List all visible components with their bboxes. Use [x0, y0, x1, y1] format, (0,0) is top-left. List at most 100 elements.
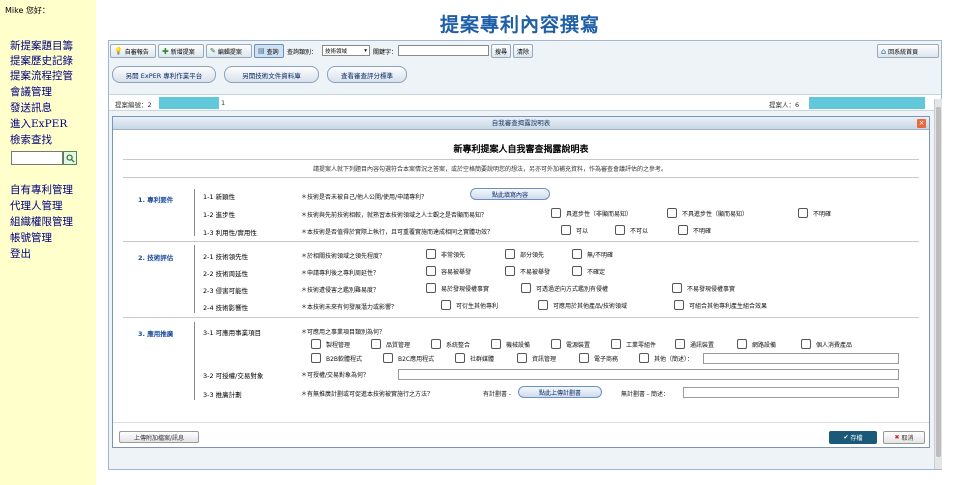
checkbox[interactable]	[639, 353, 649, 363]
licensing-target-input[interactable]	[398, 369, 899, 380]
checkbox[interactable]	[674, 300, 684, 310]
checkbox[interactable]	[426, 283, 436, 293]
checkbox[interactable]	[505, 249, 515, 259]
search-button[interactable]: 搜尋	[491, 44, 511, 58]
option-network-equipment[interactable]: 網路設備	[737, 339, 776, 349]
option-reverse-engineering[interactable]: 可透過逆向方式鑑別有侵權	[521, 283, 608, 293]
option-uncertain[interactable]: 不確定	[572, 266, 605, 276]
option-combine-patents[interactable]: 可組合其他專利產生組合效果	[674, 300, 767, 310]
option-hard-detect[interactable]: 不易發現侵權事實	[672, 283, 735, 293]
option-utility-yes[interactable]: 可以	[561, 225, 588, 235]
option-inventive-no[interactable]: 不具進步性（顯而易知）	[667, 208, 748, 218]
sidebar-search-button[interactable]	[63, 151, 77, 165]
upload-plan-button[interactable]: 點此上傳計劃書	[518, 386, 602, 398]
checkbox[interactable]	[538, 300, 548, 310]
option-lead-none[interactable]: 無/不明確	[572, 249, 613, 259]
option-easy-detect[interactable]: 易於發現侵權事實	[426, 283, 489, 293]
sidebar-link-messages[interactable]: 發送訊息	[10, 102, 52, 115]
option-utility-unclear[interactable]: 不明確	[678, 225, 711, 235]
checkbox[interactable]	[675, 339, 685, 349]
checkbox[interactable]	[371, 339, 381, 349]
sidebar-search-input[interactable]	[11, 151, 63, 165]
option-consumer-products[interactable]: 個人消費產品	[801, 339, 852, 349]
option-b2c-apps[interactable]: B2C應用程式	[383, 353, 434, 363]
checkbox[interactable]	[521, 283, 531, 293]
checkbox[interactable]	[611, 339, 621, 349]
checkbox[interactable]	[801, 339, 811, 349]
checkbox[interactable]	[551, 208, 561, 218]
option-lead-partial[interactable]: 部分領先	[505, 249, 544, 259]
option-inventive-unclear[interactable]: 不明確	[798, 208, 831, 218]
view-scoring-standard-button[interactable]: 查看審查評分標準	[327, 66, 407, 83]
new-proposal-button[interactable]: ✚ 新增提案	[158, 44, 204, 58]
option-easy-challenged[interactable]: 容易被舉發	[426, 266, 471, 276]
option-comm-devices[interactable]: 通訊裝置	[675, 339, 714, 349]
sidebar-link-own-patents[interactable]: 自有專利管理	[10, 184, 73, 197]
sidebar-link-logout[interactable]: 登出	[10, 248, 31, 261]
checkbox[interactable]	[572, 266, 582, 276]
option-system-integration[interactable]: 系統整合	[431, 339, 470, 349]
option-utility-no[interactable]: 不可以	[615, 225, 648, 235]
checkbox[interactable]	[572, 249, 582, 259]
other-description-input[interactable]	[703, 353, 899, 364]
checkbox[interactable]	[431, 339, 441, 349]
checkbox[interactable]	[426, 266, 436, 276]
checkbox[interactable]	[491, 339, 501, 349]
option-other[interactable]: 其他（簡述）：	[639, 353, 693, 363]
fill-content-button[interactable]: 點此填寫內容	[470, 188, 550, 200]
query-button[interactable]: ▤ 查詢	[254, 44, 284, 58]
edit-proposal-button[interactable]: ✎ 編輯提案	[206, 44, 252, 58]
option-derive-patents[interactable]: 可衍生其他專利	[441, 300, 498, 310]
option-machinery[interactable]: 機械設備	[491, 339, 530, 349]
sidebar-link-proposal-history[interactable]: 提案歷史記錄	[10, 55, 73, 68]
vertical-scrollbar[interactable]	[934, 99, 942, 469]
option-power-devices[interactable]: 電源裝置	[551, 339, 590, 349]
checkbox[interactable]	[311, 339, 321, 349]
keyword-input[interactable]	[398, 45, 489, 56]
clear-button[interactable]: 清除	[513, 44, 533, 58]
checkbox[interactable]	[798, 208, 808, 218]
option-process-mgmt[interactable]: 製程管理	[311, 339, 350, 349]
option-b2b-software[interactable]: B2B軟體程式	[311, 353, 362, 363]
checkbox[interactable]	[615, 225, 625, 235]
option-industrial-parts[interactable]: 工業零組件	[611, 339, 656, 349]
checkbox[interactable]	[667, 208, 677, 218]
sidebar-link-org-permissions[interactable]: 組織權限管理	[10, 216, 73, 229]
checkbox[interactable]	[672, 283, 682, 293]
checkbox[interactable]	[383, 353, 393, 363]
option-apply-other-fields[interactable]: 可應用於其他產品/技術領域	[538, 300, 627, 310]
sidebar-link-new-proposal[interactable]: 新提案題目籌	[10, 40, 73, 53]
option-inventive-yes[interactable]: 具進步性（非顯而易知）	[551, 208, 632, 218]
checkbox[interactable]	[426, 249, 436, 259]
checkbox[interactable]	[311, 353, 321, 363]
checkbox[interactable]	[505, 266, 515, 276]
sidebar-link-search[interactable]: 檢索查找	[10, 134, 52, 147]
query-type-select[interactable]: 技術領域 ▾	[322, 45, 370, 56]
upload-attachment-button[interactable]: 上傳附加檔案/訊息	[119, 431, 199, 443]
save-button[interactable]: ✔ 存檔	[829, 431, 877, 444]
checkbox[interactable]	[441, 300, 451, 310]
checkbox[interactable]	[551, 339, 561, 349]
checkbox[interactable]	[561, 225, 571, 235]
cancel-button[interactable]: ✖ 取消	[883, 431, 925, 444]
option-lead-very[interactable]: 非常領先	[426, 249, 465, 259]
checkbox[interactable]	[579, 353, 589, 363]
checkbox[interactable]	[737, 339, 747, 349]
sidebar-link-accounts[interactable]: 帳號管理	[10, 232, 52, 245]
checkbox[interactable]	[678, 225, 688, 235]
option-ecommerce[interactable]: 電子商務	[579, 353, 618, 363]
no-plan-description-input[interactable]	[683, 387, 899, 398]
close-icon[interactable]: ×	[917, 119, 926, 128]
option-social-media[interactable]: 社群媒體	[455, 353, 494, 363]
sidebar-link-workflow[interactable]: 提案流程控管	[10, 70, 73, 83]
self-review-report-button[interactable]: 💡 自審報告	[110, 44, 156, 58]
scrollbar-thumb[interactable]	[936, 107, 941, 457]
checkbox[interactable]	[455, 353, 465, 363]
option-hard-challenged[interactable]: 不易被舉發	[505, 266, 550, 276]
option-quality-mgmt[interactable]: 品質管理	[371, 339, 410, 349]
sidebar-link-meetings[interactable]: 會議管理	[10, 86, 52, 99]
open-exper-platform-button[interactable]: 另開 ExPER 專利作業平台	[112, 66, 216, 83]
back-home-button[interactable]: ⌂ 回系統首頁	[877, 44, 939, 58]
sidebar-link-agents[interactable]: 代理人管理	[10, 200, 63, 213]
checkbox[interactable]	[517, 353, 527, 363]
